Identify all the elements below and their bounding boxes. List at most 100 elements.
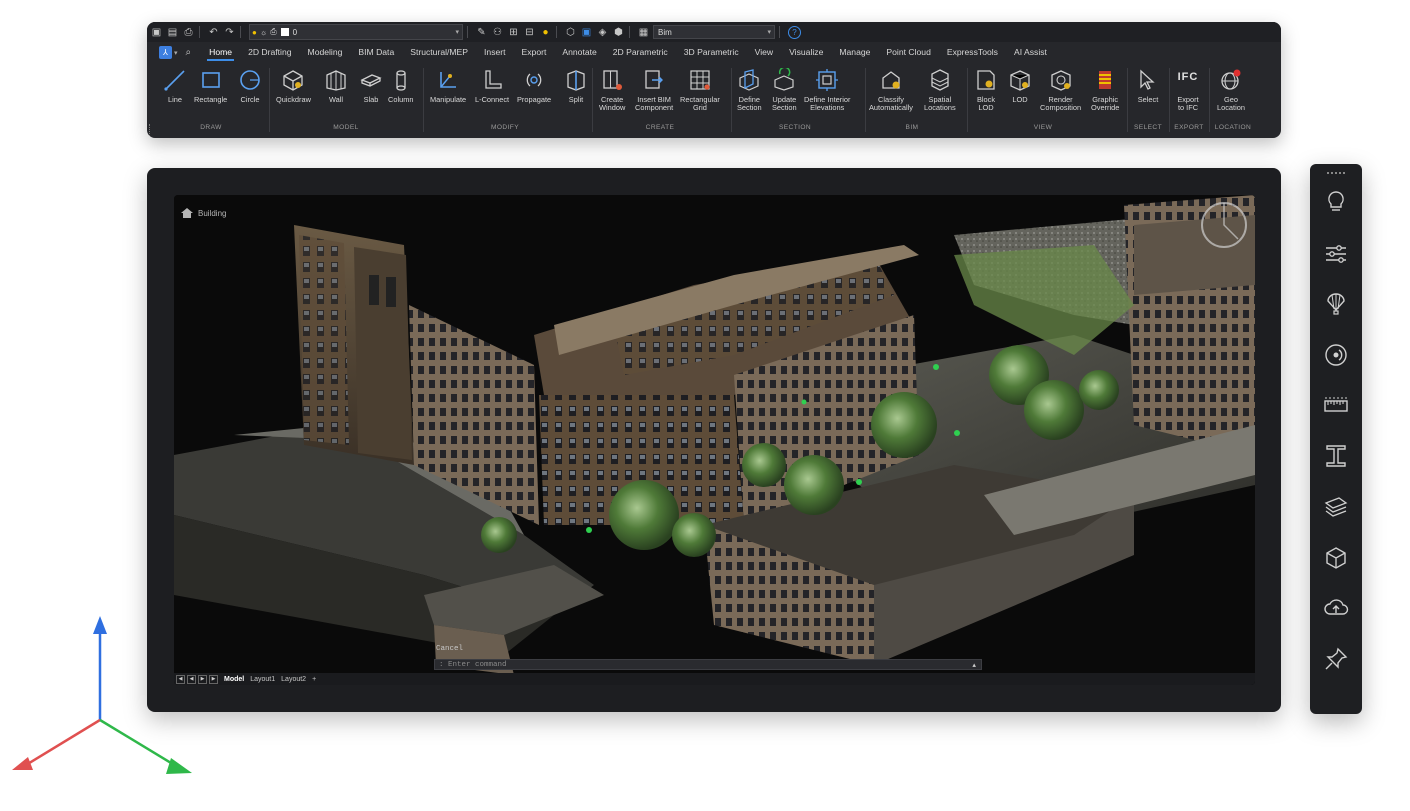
tab-expresstools[interactable]: ExpressTools xyxy=(939,42,1006,63)
tab-modeling[interactable]: Modeling xyxy=(300,42,351,63)
new-file-icon[interactable]: ▤ xyxy=(166,26,179,39)
graphic-override-button[interactable]: Graphic Override xyxy=(1091,68,1119,112)
box-wire-icon[interactable]: ◈ xyxy=(596,26,609,39)
circle-button[interactable]: Circle xyxy=(238,68,262,104)
cloud-upload-button[interactable] xyxy=(1322,594,1350,622)
tab-manage[interactable]: Manage xyxy=(831,42,878,63)
breadcrumb-label[interactable]: Building xyxy=(198,209,226,218)
pin-button[interactable] xyxy=(1322,645,1350,673)
quickdraw-button[interactable]: Quickdraw xyxy=(276,68,311,104)
ribbon-grip[interactable] xyxy=(149,124,152,138)
slab-button[interactable]: Slab xyxy=(359,68,383,104)
home-icon[interactable] xyxy=(180,207,194,219)
bulb-small-icon[interactable]: ● xyxy=(539,26,552,39)
tab-annotate[interactable]: Annotate xyxy=(554,42,604,63)
tab-export[interactable]: Export xyxy=(514,42,555,63)
sliders-button[interactable] xyxy=(1322,240,1350,268)
propagate-button[interactable]: Propagate xyxy=(517,68,551,104)
help-icon[interactable]: ? xyxy=(788,25,801,39)
add-layout-button[interactable]: + xyxy=(312,676,316,683)
export-to-ifc-button[interactable]: IFC Export to IFC xyxy=(1176,68,1200,112)
ruler-button[interactable] xyxy=(1322,392,1350,420)
group-label-view[interactable]: VIEW xyxy=(1034,124,1052,131)
tab-2d-drafting[interactable]: 2D Drafting xyxy=(240,42,299,63)
box-icon[interactable]: ⬡ xyxy=(564,26,577,39)
select-button[interactable]: Select xyxy=(1136,68,1160,104)
block-lod-button[interactable]: Block LOD xyxy=(974,68,998,112)
lightbulb-button[interactable] xyxy=(1322,188,1350,216)
tab-layout2[interactable]: Layout2 xyxy=(281,676,306,683)
save-icon[interactable]: ▣ xyxy=(150,26,163,39)
column-button[interactable]: Column xyxy=(388,68,413,104)
l-connect-button[interactable]: L-Connect xyxy=(475,68,509,104)
define-interior-elevations-button[interactable]: Define Interior Elevations xyxy=(804,68,850,112)
update-section-button[interactable]: Update Section xyxy=(772,68,797,112)
tab-ai-assist[interactable]: AI Assist xyxy=(1006,42,1055,63)
last-tab-icon[interactable]: ▶ xyxy=(209,674,218,684)
tab-structural-mep[interactable]: Structural/MEP xyxy=(402,42,476,63)
i-beam-button[interactable] xyxy=(1322,442,1350,470)
geo-location-button[interactable]: Geo Location xyxy=(1217,68,1245,112)
tab-layout1[interactable]: Layout1 xyxy=(250,676,275,683)
tab-insert[interactable]: Insert xyxy=(476,42,514,63)
classify-automatically-button[interactable]: Classify Automatically xyxy=(869,68,913,112)
render-composition-button[interactable]: Render Composition xyxy=(1040,68,1081,112)
propagate-side-button[interactable] xyxy=(1322,341,1350,369)
tab-view[interactable]: View xyxy=(747,42,781,63)
group-label-export[interactable]: EXPORT xyxy=(1174,124,1203,131)
tab-model[interactable]: Model xyxy=(224,676,244,683)
group-label-create[interactable]: CREATE xyxy=(646,124,675,131)
tree-icon[interactable]: ⚇ xyxy=(491,26,504,39)
insert-bim-component-button[interactable]: Insert BIM Component xyxy=(635,68,673,112)
define-section-button[interactable]: Define Section xyxy=(737,68,762,112)
box-solid-icon[interactable]: ⬢ xyxy=(612,26,625,39)
model-viewport[interactable]: Building Cancel : Enter command ▲ ◀ ◀ ▶ … xyxy=(174,195,1255,685)
toolbar-grip[interactable] xyxy=(1327,172,1345,177)
workspace-dropdown[interactable]: Bim ▾ xyxy=(653,25,775,39)
chevron-down-icon[interactable]: ▾ xyxy=(174,49,178,57)
group-label-section[interactable]: SECTION xyxy=(779,124,811,131)
create-window-button[interactable]: Create Window xyxy=(599,68,625,112)
redo-icon[interactable]: ↷ xyxy=(223,26,236,39)
breadcrumb[interactable]: Building xyxy=(180,207,226,219)
tab-3d-parametric[interactable]: 3D Parametric xyxy=(676,42,747,63)
define-section-icon xyxy=(739,69,759,91)
cloud-upload-icon xyxy=(1324,599,1349,615)
grid-icon[interactable]: ⊞ xyxy=(507,26,520,39)
line-button[interactable]: Line xyxy=(163,68,187,104)
group-label-bim[interactable]: BIM xyxy=(906,124,919,131)
panel-divider xyxy=(269,68,270,132)
group-label-location[interactable]: LOCATION xyxy=(1215,124,1251,131)
app-menu-icon[interactable]: ⅄ xyxy=(159,46,172,59)
tab-2d-parametric[interactable]: 2D Parametric xyxy=(605,42,676,63)
pen-icon[interactable]: ✎ xyxy=(475,26,488,39)
search-icon[interactable]: ⌕ xyxy=(186,47,192,58)
group-label-modify[interactable]: MODIFY xyxy=(491,124,519,131)
command-line-input[interactable]: : Enter command ▲ xyxy=(434,659,982,670)
group-label-draw[interactable]: DRAW xyxy=(200,124,222,131)
tab-bim-data[interactable]: BIM Data xyxy=(350,42,402,63)
spatial-locations-button[interactable]: Spatial Locations xyxy=(924,68,956,112)
layers-button[interactable] xyxy=(1322,493,1350,521)
group-label-model[interactable]: MODEL xyxy=(333,124,358,131)
chevron-up-icon[interactable]: ▲ xyxy=(972,660,976,671)
structure-icon[interactable]: ⊟ xyxy=(523,26,536,39)
undo-icon[interactable]: ↶ xyxy=(207,26,220,39)
classify-label-2: Automatically xyxy=(869,103,913,112)
split-button[interactable]: Split xyxy=(564,68,588,104)
manipulate-button[interactable]: Manipulate xyxy=(430,68,466,104)
balloon-button[interactable] xyxy=(1322,290,1350,318)
rectangular-grid-button[interactable]: Rectangular Grid xyxy=(680,68,720,112)
lod-button[interactable]: LOD xyxy=(1008,68,1032,104)
tab-visualize[interactable]: Visualize xyxy=(781,42,831,63)
print-preview-icon[interactable]: ⎙ xyxy=(182,26,195,39)
tab-home[interactable]: Home xyxy=(201,42,240,63)
group-label-select[interactable]: SELECT xyxy=(1134,124,1162,131)
point-cloud-scene[interactable] xyxy=(174,195,1255,685)
tab-point-cloud[interactable]: Point Cloud xyxy=(878,42,938,63)
layer-dropdown[interactable]: ● ☼ ⎙ 0 ▾ xyxy=(249,24,463,40)
wall-button[interactable]: Wall xyxy=(324,68,348,104)
rectangle-button[interactable]: Rectangle xyxy=(194,68,227,104)
box-blue-icon[interactable]: ▣ xyxy=(580,26,593,39)
cube-button[interactable] xyxy=(1322,544,1350,572)
